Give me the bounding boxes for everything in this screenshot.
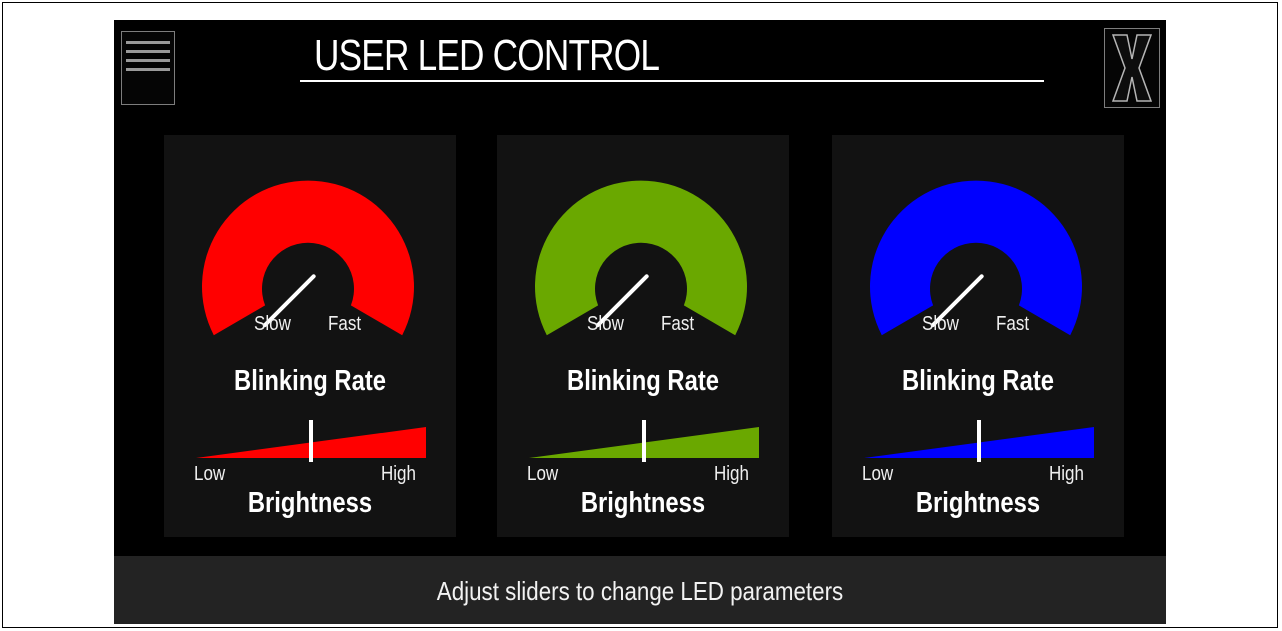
rate-max-label: Fast — [996, 313, 1030, 335]
page-title: USER LED CONTROL — [314, 31, 660, 80]
brightness-title: Brightness — [247, 487, 373, 519]
menu-button[interactable] — [121, 31, 175, 105]
blinking-rate-title: Blinking Rate — [234, 365, 386, 397]
blinking-rate-title: Blinking Rate — [567, 365, 719, 397]
close-icon — [1111, 34, 1153, 102]
brightness-max-label: High — [714, 463, 749, 485]
blinking-rate-dial[interactable] — [202, 180, 414, 336]
rate-min-label: Slow — [254, 313, 291, 335]
brightness-max-label: High — [1049, 463, 1084, 485]
rate-min-label: Slow — [922, 313, 959, 335]
blue-led-panel: Slow Fast Blinking Rate Low High Brightn… — [832, 135, 1124, 537]
blinking-rate-dial[interactable] — [535, 180, 747, 336]
rate-min-label: Slow — [587, 313, 624, 335]
led-control-screen: USER LED CONTROL Slow Fast Blinking Rate… — [114, 20, 1166, 624]
red-led-panel: Slow Fast Blinking Rate Low High Brightn… — [164, 135, 456, 537]
brightness-title: Brightness — [915, 487, 1041, 519]
title-underline — [300, 80, 1044, 82]
brightness-title: Brightness — [580, 487, 706, 519]
blinking-rate-title: Blinking Rate — [902, 365, 1054, 397]
close-button[interactable] — [1104, 28, 1160, 108]
brightness-max-label: High — [381, 463, 416, 485]
brightness-min-label: Low — [862, 463, 894, 485]
brightness-min-label: Low — [527, 463, 559, 485]
status-message: Adjust sliders to change LED parameters — [436, 576, 844, 606]
status-bar: Adjust sliders to change LED parameters — [114, 556, 1166, 624]
green-led-panel: Slow Fast Blinking Rate Low High Brightn… — [497, 135, 789, 537]
rate-max-label: Fast — [328, 313, 362, 335]
rate-max-label: Fast — [661, 313, 695, 335]
blinking-rate-dial[interactable] — [870, 180, 1082, 336]
brightness-min-label: Low — [194, 463, 226, 485]
